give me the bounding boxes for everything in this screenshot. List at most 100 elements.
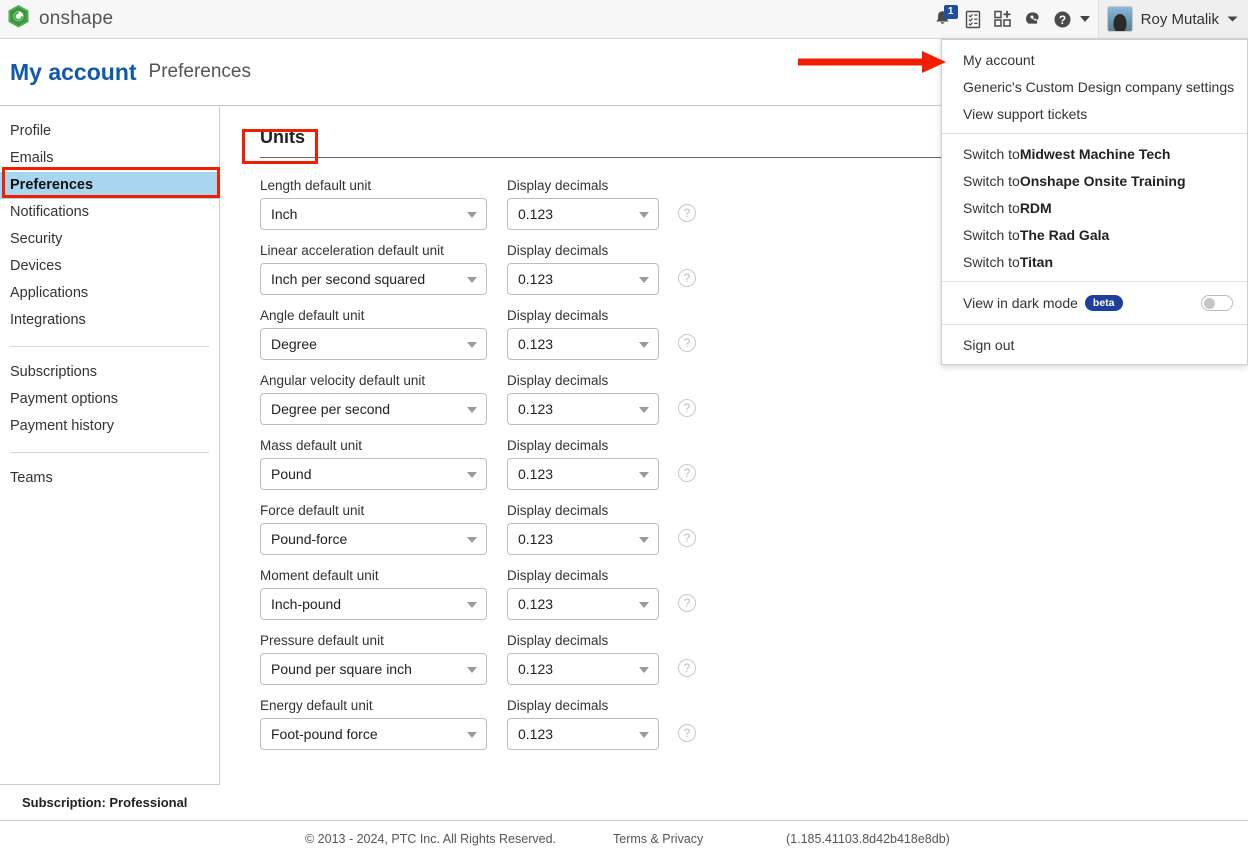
chevron-down-icon: [467, 472, 477, 478]
decimals-select-value: 0.123: [518, 596, 553, 612]
units-row: Energy default unit Foot-pound force Displ…: [260, 698, 1248, 750]
unit-select[interactable]: Pound per square inch: [260, 653, 487, 685]
decimals-field: Display decimals0.123: [507, 698, 667, 750]
question-circle-icon[interactable]: ?: [678, 204, 696, 222]
decimals-select-value: 0.123: [518, 401, 553, 417]
unit-select[interactable]: Inch-pound: [260, 588, 487, 620]
help-question-icon[interactable]: ?: [1048, 0, 1078, 39]
units-row: Pressure default unitPound per square in…: [260, 633, 1248, 685]
decimals-select[interactable]: 0.123: [507, 653, 659, 685]
decimals-label: Display decimals: [507, 633, 667, 648]
switch-company-name: Midwest Machine Tech: [1020, 146, 1171, 162]
decimals-select[interactable]: 0.123: [507, 263, 659, 295]
unit-select[interactable]: Pound: [260, 458, 487, 490]
apps-grid-plus-icon[interactable]: [988, 0, 1018, 39]
chevron-down-icon: [467, 342, 477, 348]
sidebar-item-payment-options[interactable]: Payment options: [0, 386, 219, 413]
question-circle-icon[interactable]: ?: [678, 659, 696, 677]
question-circle-icon[interactable]: ?: [678, 399, 696, 417]
unit-select-value: Pound per square inch: [271, 661, 412, 677]
menu-item-company-settings[interactable]: Generic's Custom Design company settings: [942, 73, 1247, 100]
unit-label: Mass default unit: [260, 438, 507, 453]
question-circle-icon[interactable]: ?: [678, 464, 696, 482]
unit-select[interactable]: Degree: [260, 328, 487, 360]
user-account-menu-button[interactable]: Roy Mutalik: [1098, 0, 1248, 38]
dark-mode-label: View in dark mode: [963, 295, 1078, 311]
decimals-select[interactable]: 0.123: [507, 588, 659, 620]
decimals-select[interactable]: 0.123: [507, 523, 659, 555]
decimals-select[interactable]: 0.123: [507, 458, 659, 490]
account-menu-group-top: My account Generic's Custom Design compa…: [942, 40, 1247, 133]
question-circle-icon[interactable]: ?: [678, 529, 696, 547]
menu-item-support-tickets[interactable]: View support tickets: [942, 100, 1247, 127]
help-chevron-down-icon[interactable]: [1080, 16, 1090, 22]
decimals-label: Display decimals: [507, 503, 667, 518]
learning-center-brain-icon[interactable]: [1018, 0, 1048, 39]
decimals-select-value: 0.123: [518, 206, 553, 222]
question-circle-icon[interactable]: ?: [678, 724, 696, 742]
units-row: Force default unitPound-forceDisplay dec…: [260, 503, 1248, 555]
decimals-select-value: 0.123: [518, 661, 553, 677]
unit-select[interactable]: Inch: [260, 198, 487, 230]
page-footer: © 2013 - 2024, PTC Inc. All Rights Reser…: [0, 820, 1248, 856]
sidebar-item-preferences[interactable]: Preferences: [0, 172, 219, 199]
decimals-select[interactable]: 0.123: [507, 198, 659, 230]
sidebar-item-teams[interactable]: Teams: [0, 465, 219, 492]
brand-logo[interactable]: onshape: [0, 4, 113, 34]
question-circle-icon[interactable]: ?: [678, 594, 696, 612]
sidebar-item-subscriptions[interactable]: Subscriptions: [0, 359, 219, 386]
unit-select-value: Inch-pound: [271, 596, 341, 612]
header-actions: 1: [928, 0, 1248, 38]
unit-select-value: Inch per second squared: [271, 271, 425, 287]
unit-select[interactable]: Pound-force: [260, 523, 487, 555]
unit-label: Energy default unit: [260, 698, 507, 713]
chevron-down-icon: [639, 212, 649, 218]
tasks-checklist-icon[interactable]: [958, 0, 988, 39]
unit-select[interactable]: Foot-pound force: [260, 718, 487, 750]
unit-field: Moment default unitInch-pound: [260, 568, 507, 620]
switch-company-name: The Rad Gala: [1020, 227, 1109, 243]
sidebar-item-payment-history[interactable]: Payment history: [0, 413, 219, 440]
decimals-select-value: 0.123: [518, 531, 553, 547]
footer-terms-link[interactable]: Terms & Privacy: [613, 832, 703, 846]
chevron-down-icon: [467, 667, 477, 673]
chevron-down-icon: [639, 407, 649, 413]
sidebar-item-security[interactable]: Security: [0, 226, 219, 253]
dark-mode-toggle[interactable]: [1201, 295, 1233, 311]
menu-item-switch-company[interactable]: Switch to RDM: [942, 194, 1247, 221]
menu-item-sign-out[interactable]: Sign out: [942, 331, 1247, 358]
dark-mode-row[interactable]: View in dark mode beta: [942, 282, 1247, 324]
avatar: [1107, 6, 1133, 32]
menu-item-my-account[interactable]: My account: [942, 46, 1247, 73]
notifications-bell-icon[interactable]: 1: [928, 0, 958, 39]
menu-item-switch-company[interactable]: Switch to Onshape Onsite Training: [942, 167, 1247, 194]
beta-badge: beta: [1085, 295, 1123, 311]
menu-item-switch-company[interactable]: Switch to Titan: [942, 248, 1247, 275]
footer-version: (1.185.41103.8d42b418e8db): [786, 832, 950, 846]
sidebar-item-emails[interactable]: Emails: [0, 145, 219, 172]
chevron-down-icon: [639, 602, 649, 608]
menu-item-switch-company[interactable]: Switch to The Rad Gala: [942, 221, 1247, 248]
sidebar-item-profile[interactable]: Profile: [0, 118, 219, 145]
sidebar-item-devices[interactable]: Devices: [0, 253, 219, 280]
sidebar-item-integrations[interactable]: Integrations: [0, 307, 219, 334]
question-circle-icon[interactable]: ?: [678, 269, 696, 287]
decimals-label: Display decimals: [507, 178, 667, 193]
sidebar-item-applications[interactable]: Applications: [0, 280, 219, 307]
menu-item-switch-company[interactable]: Switch to Midwest Machine Tech: [942, 140, 1247, 167]
decimals-field: Display decimals 0.123: [507, 633, 667, 685]
unit-select[interactable]: Degree per second: [260, 393, 487, 425]
question-circle-icon[interactable]: ?: [678, 334, 696, 352]
footer-copyright: © 2013 - 2024, PTC Inc. All Rights Reser…: [305, 832, 556, 846]
subscription-status: Subscription: Professional: [0, 784, 220, 820]
sidebar-item-notifications[interactable]: Notifications: [0, 199, 219, 226]
decimals-select[interactable]: 0.123: [507, 718, 659, 750]
unit-select[interactable]: Inch per second squared: [260, 263, 487, 295]
chevron-down-icon: [639, 342, 649, 348]
decimals-select[interactable]: 0.123: [507, 393, 659, 425]
account-menu-group-signout: Sign out: [942, 325, 1247, 364]
decimals-label: Display decimals: [507, 308, 667, 323]
decimals-field: Display decimals0.123: [507, 568, 667, 620]
units-row: Angular velocity default unitDegree per …: [260, 373, 1248, 425]
decimals-select[interactable]: 0.123: [507, 328, 659, 360]
